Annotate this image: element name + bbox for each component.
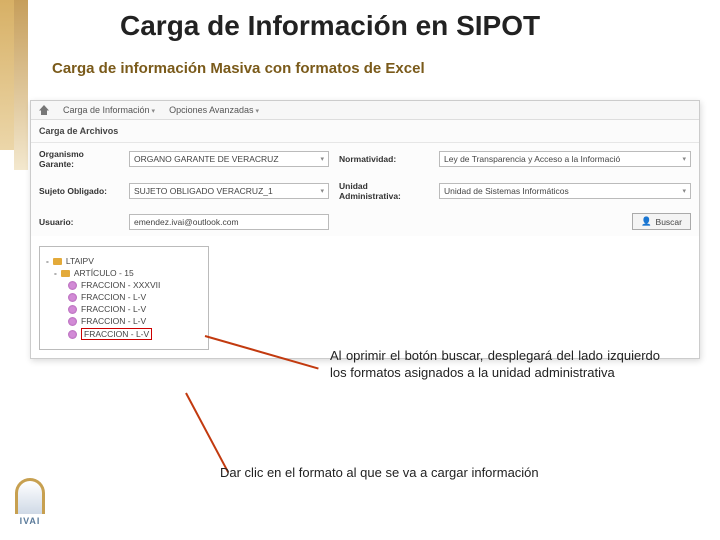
value-unidad: Unidad de Sistemas Informáticos bbox=[444, 186, 569, 196]
chevron-down-icon: ▾ bbox=[320, 155, 324, 163]
label-organismo: Organismo Garante: bbox=[39, 149, 119, 169]
chevron-down-icon: ▾ bbox=[682, 187, 686, 195]
doc-icon bbox=[68, 305, 77, 314]
menu-carga-label: Carga de Información bbox=[63, 105, 150, 115]
form-row-2: Sujeto Obligado: SUJETO OBLIGADO VERACRU… bbox=[31, 175, 699, 207]
doc-icon bbox=[68, 317, 77, 326]
value-sujeto: SUJETO OBLIGADO VERACRUZ_1 bbox=[134, 186, 273, 196]
tree-f2-label: FRACCION - L-V bbox=[81, 292, 146, 302]
tree-fraccion-2[interactable]: FRACCION - L-V bbox=[68, 291, 202, 303]
value-organismo: ORGANO GARANTE DE VERACRUZ bbox=[134, 154, 279, 164]
tree-panel: -LTAIPV -ARTÍCULO - 15 FRACCION - XXXVII… bbox=[39, 246, 209, 350]
chevron-down-icon: ▾ bbox=[682, 155, 686, 163]
app-screenshot: Carga de Información▾ Opciones Avanzadas… bbox=[30, 100, 700, 359]
doc-icon bbox=[68, 330, 77, 339]
folder-icon bbox=[53, 258, 62, 265]
home-icon[interactable] bbox=[39, 105, 49, 115]
logo-text: IVAI bbox=[8, 516, 52, 526]
input-usuario[interactable]: emendez.ivai@outlook.com bbox=[129, 214, 329, 230]
menu-opciones-label: Opciones Avanzadas bbox=[169, 105, 253, 115]
tree-f3-label: FRACCION - L-V bbox=[81, 304, 146, 314]
tree-fraccion-5[interactable]: FRACCION - L-V bbox=[68, 327, 202, 341]
tree-article[interactable]: - ARTÍCULO - 15 bbox=[54, 267, 202, 279]
slide-subtitle: Carga de información Masiva con formatos… bbox=[52, 60, 425, 77]
menu-opciones[interactable]: Opciones Avanzadas▾ bbox=[169, 105, 259, 115]
annotation-text-1: Al oprimir el botón buscar, desplegará d… bbox=[330, 348, 660, 382]
tree-fraccion-3[interactable]: FRACCION - L-V bbox=[68, 303, 202, 315]
label-normatividad: Normatividad: bbox=[339, 154, 429, 164]
section-header: Carga de Archivos bbox=[31, 120, 699, 143]
caret-down-icon: ▾ bbox=[255, 108, 259, 115]
slide-title: Carga de Información en SIPOT bbox=[120, 10, 540, 42]
logo-arch-icon bbox=[15, 478, 45, 514]
tree-root[interactable]: - LTAIPV bbox=[46, 255, 202, 267]
form-row-1: Organismo Garante: ORGANO GARANTE DE VER… bbox=[31, 143, 699, 175]
label-unidad: Unidad Administrativa: bbox=[339, 181, 429, 201]
select-sujeto[interactable]: SUJETO OBLIGADO VERACRUZ_1 ▾ bbox=[129, 183, 329, 199]
tree-root-label: LTAIPV bbox=[66, 256, 94, 266]
search-button[interactable]: 👤 Buscar bbox=[632, 213, 691, 230]
menubar: Carga de Información▾ Opciones Avanzadas… bbox=[31, 101, 699, 120]
label-usuario: Usuario: bbox=[39, 217, 119, 227]
collapse-icon: - bbox=[54, 268, 57, 278]
tree-f4-label: FRACCION - L-V bbox=[81, 316, 146, 326]
form-row-3: Usuario: emendez.ivai@outlook.com 👤 Busca… bbox=[31, 207, 699, 236]
caret-down-icon: ▾ bbox=[152, 108, 156, 115]
tree-article-label: ARTÍCULO - 15 bbox=[74, 268, 134, 278]
annotation-text-2: Dar clic en el formato al que se va a ca… bbox=[220, 465, 680, 480]
label-sujeto: Sujeto Obligado: bbox=[39, 186, 119, 196]
search-button-label: Buscar bbox=[656, 217, 682, 227]
tree-fraccion-4[interactable]: FRACCION - L-V bbox=[68, 315, 202, 327]
collapse-icon: - bbox=[46, 256, 49, 266]
value-normatividad: Ley de Transparencia y Acceso a la Infor… bbox=[444, 154, 620, 164]
doc-icon bbox=[68, 293, 77, 302]
tree-fraccion-1[interactable]: FRACCION - XXXVII bbox=[68, 279, 202, 291]
folder-icon bbox=[61, 270, 70, 277]
select-organismo[interactable]: ORGANO GARANTE DE VERACRUZ ▾ bbox=[129, 151, 329, 167]
annotation-arrow-2 bbox=[185, 393, 229, 473]
doc-icon bbox=[68, 281, 77, 290]
tree-f5-label-highlighted: FRACCION - L-V bbox=[81, 328, 152, 340]
ivai-logo: IVAI bbox=[8, 478, 52, 532]
person-icon: 👤 bbox=[641, 216, 652, 227]
tree-f1-label: FRACCION - XXXVII bbox=[81, 280, 160, 290]
chevron-down-icon: ▾ bbox=[320, 187, 324, 195]
select-unidad[interactable]: Unidad de Sistemas Informáticos ▾ bbox=[439, 183, 691, 199]
menu-carga[interactable]: Carga de Información▾ bbox=[63, 105, 155, 115]
select-normatividad[interactable]: Ley de Transparencia y Acceso a la Infor… bbox=[439, 151, 691, 167]
